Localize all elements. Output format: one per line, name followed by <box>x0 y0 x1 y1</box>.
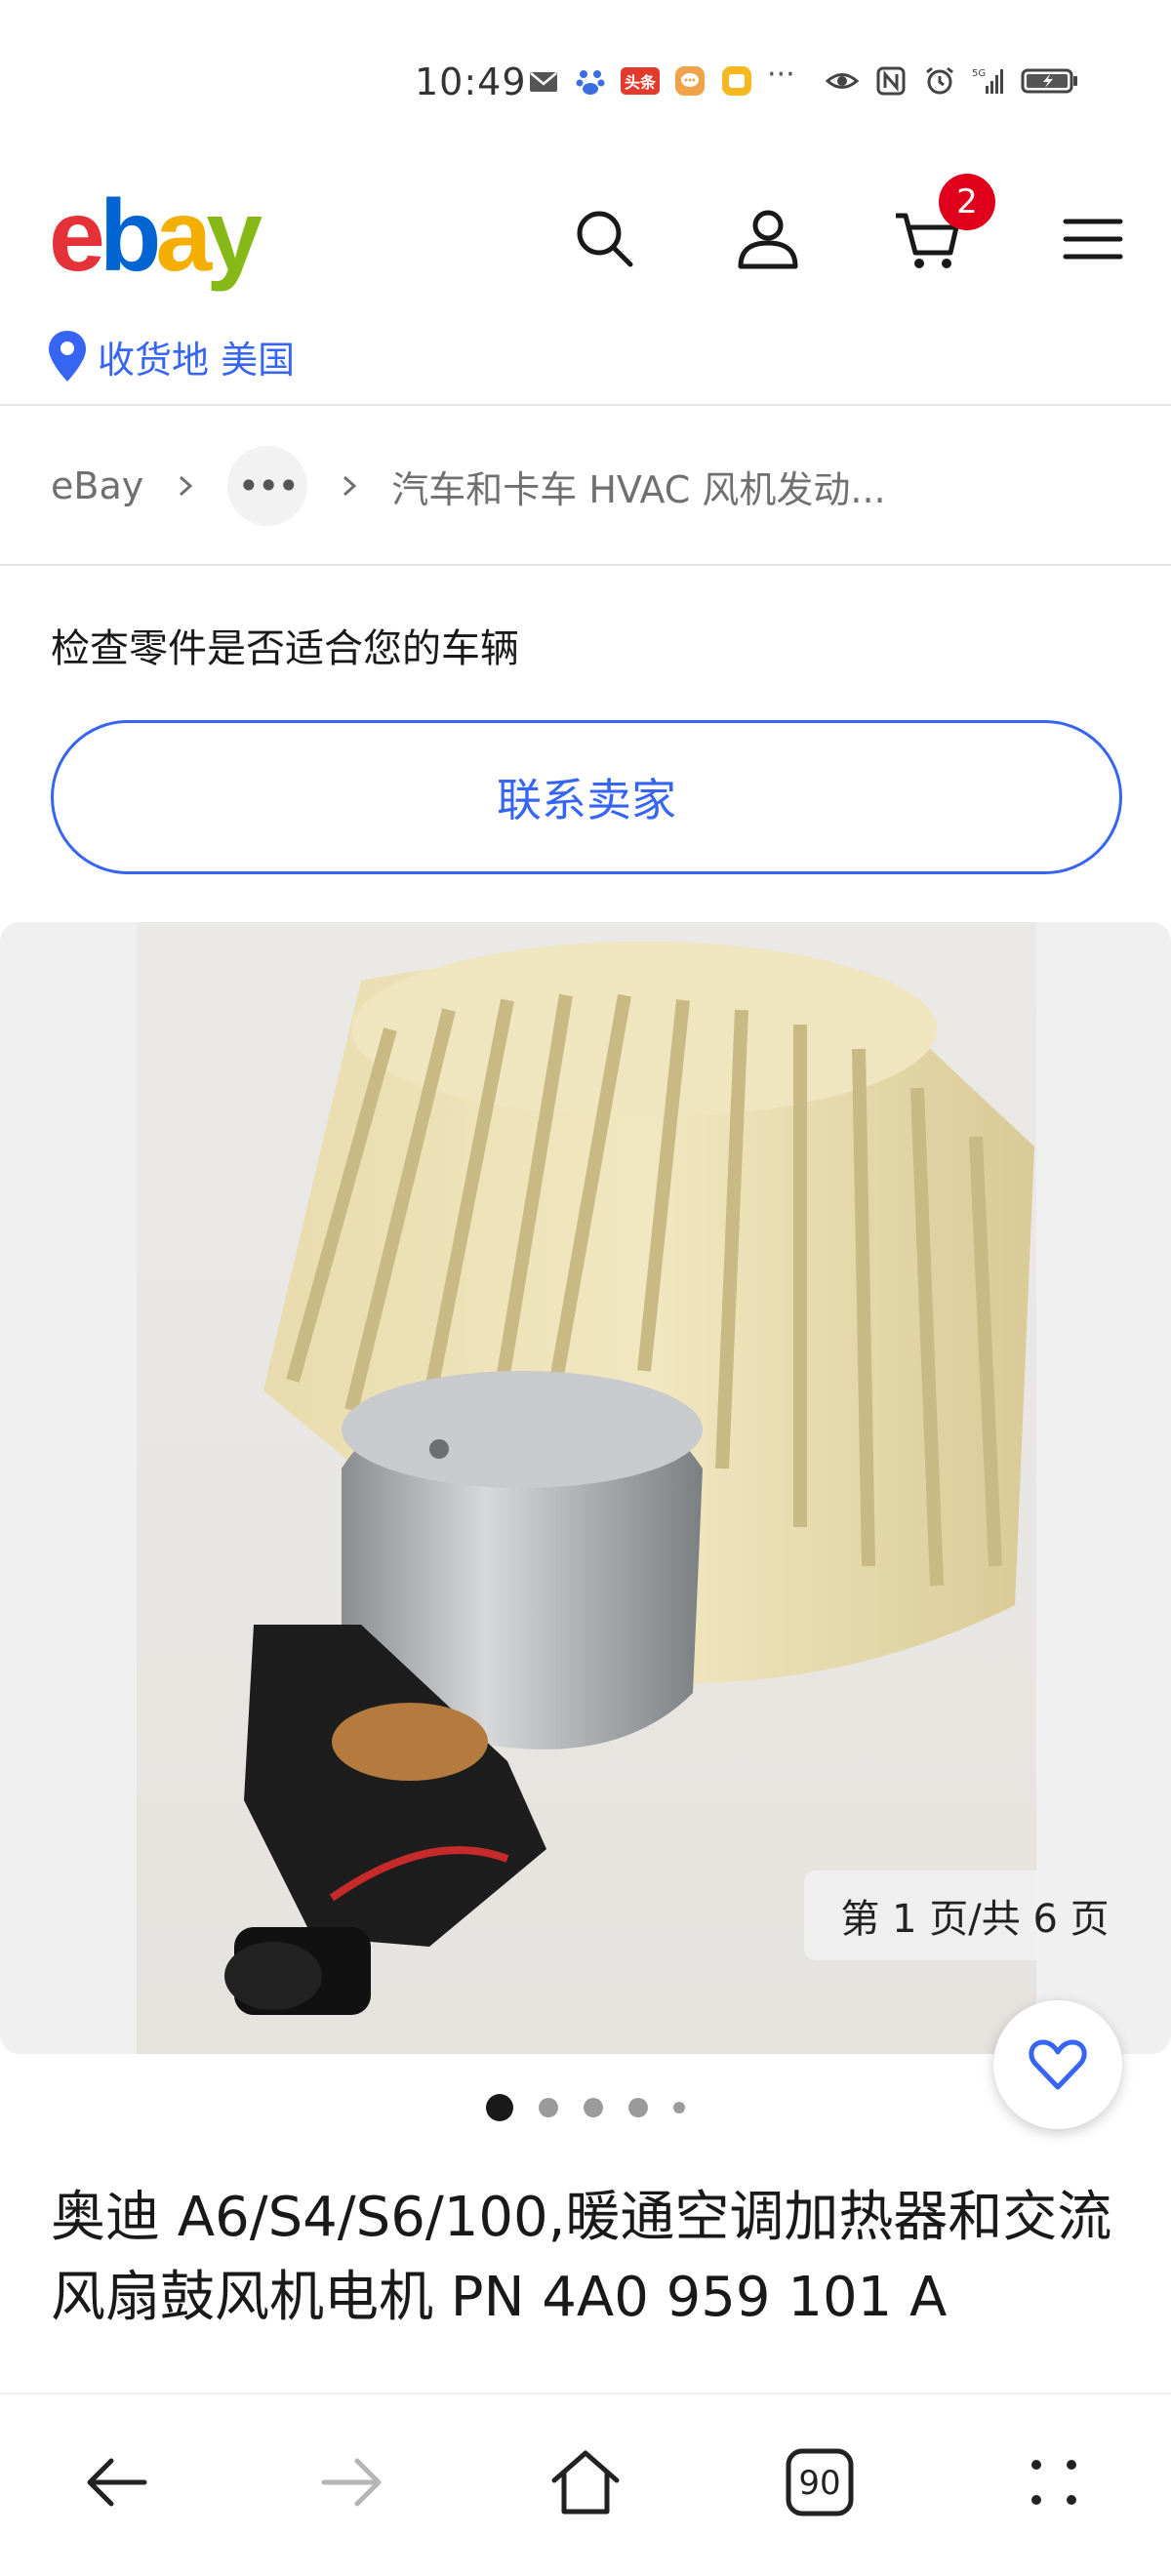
home-button[interactable] <box>537 2434 634 2531</box>
svg-text:5G: 5G <box>972 68 986 79</box>
image-carousel[interactable]: 第 1 页/共 6 页 <box>0 922 1171 2054</box>
back-arrow-icon <box>87 2458 147 2507</box>
breadcrumb-root[interactable]: eBay <box>51 464 143 507</box>
ebay-logo[interactable]: ebay <box>49 185 262 287</box>
contact-seller-button[interactable]: 联系卖家 <box>51 720 1122 874</box>
cart-count-badge: 2 <box>939 174 995 230</box>
account-button[interactable] <box>724 195 812 283</box>
ship-to-location[interactable]: 收货地 美国 <box>47 327 295 385</box>
image-page-indicator: 第 1 页/共 6 页 <box>804 1871 1146 1960</box>
breadcrumb: eBay ••• 汽车和卡车 HVAC 风机发动... <box>51 444 886 528</box>
home-icon <box>551 2450 620 2515</box>
more-button[interactable] <box>1005 2434 1103 2531</box>
menu-button[interactable] <box>1049 195 1137 283</box>
notification-app-icon <box>720 64 753 98</box>
signal-5g-icon: 5G <box>972 64 1005 98</box>
chevron-right-icon <box>180 475 193 497</box>
listing-title: 奥迪 A6/S4/S6/100,暖通空调加热器和交流风扇鼓风机电机 PN 4A0… <box>51 2186 1112 2329</box>
menu-icon <box>1063 219 1123 260</box>
more-notifications: ··· <box>767 57 795 92</box>
battery-charging-icon <box>1021 64 1079 98</box>
status-notification-icons: 头条 ··· <box>527 58 795 98</box>
breadcrumb-divider <box>0 564 1171 566</box>
account-icon <box>738 210 798 269</box>
alarm-icon <box>923 64 956 98</box>
tabs-button[interactable]: 90 <box>771 2434 868 2531</box>
tab-count: 90 <box>798 2464 840 2503</box>
eye-icon <box>826 64 859 98</box>
status-time: 10:49 <box>415 60 527 103</box>
baidu-icon <box>574 64 607 98</box>
breadcrumb-current[interactable]: 汽车和卡车 HVAC 风机发动... <box>391 460 885 513</box>
carousel-dot[interactable] <box>539 2098 558 2117</box>
forward-arrow-icon <box>321 2458 382 2507</box>
carousel-dot[interactable] <box>628 2098 648 2117</box>
ship-to-text: 收货地 美国 <box>98 338 296 382</box>
chevron-right-icon <box>343 475 357 497</box>
compatibility-prompt: 检查零件是否适合您的车辆 <box>51 626 519 671</box>
watch-button[interactable] <box>993 2000 1122 2129</box>
location-pin-icon <box>49 331 86 382</box>
carousel-dot[interactable] <box>584 2098 603 2117</box>
carousel-dot[interactable] <box>486 2094 513 2121</box>
search-button[interactable] <box>561 195 649 283</box>
heart-icon <box>1029 2039 1087 2090</box>
carousel-dots <box>486 2094 685 2121</box>
status-system-icons: 5G <box>826 64 1079 98</box>
browser-bottom-nav: 90 <box>0 2393 1171 2576</box>
forward-button[interactable] <box>303 2434 400 2531</box>
breadcrumb-more-button[interactable]: ••• <box>227 446 308 526</box>
header-divider <box>0 404 1171 406</box>
site-header: ebay <box>0 166 1171 312</box>
search-icon <box>577 211 633 267</box>
mail-icon <box>527 64 560 98</box>
tabs-icon: 90 <box>786 2448 854 2516</box>
back-button[interactable] <box>68 2434 166 2531</box>
carousel-dot[interactable] <box>673 2102 685 2113</box>
toutiao-icon: 头条 <box>621 67 661 95</box>
status-bar: 10:49 头条 ··· 5G <box>0 0 1171 166</box>
nfc-icon <box>874 64 908 98</box>
chat-app-icon <box>673 64 707 98</box>
more-icon <box>1031 2460 1076 2505</box>
